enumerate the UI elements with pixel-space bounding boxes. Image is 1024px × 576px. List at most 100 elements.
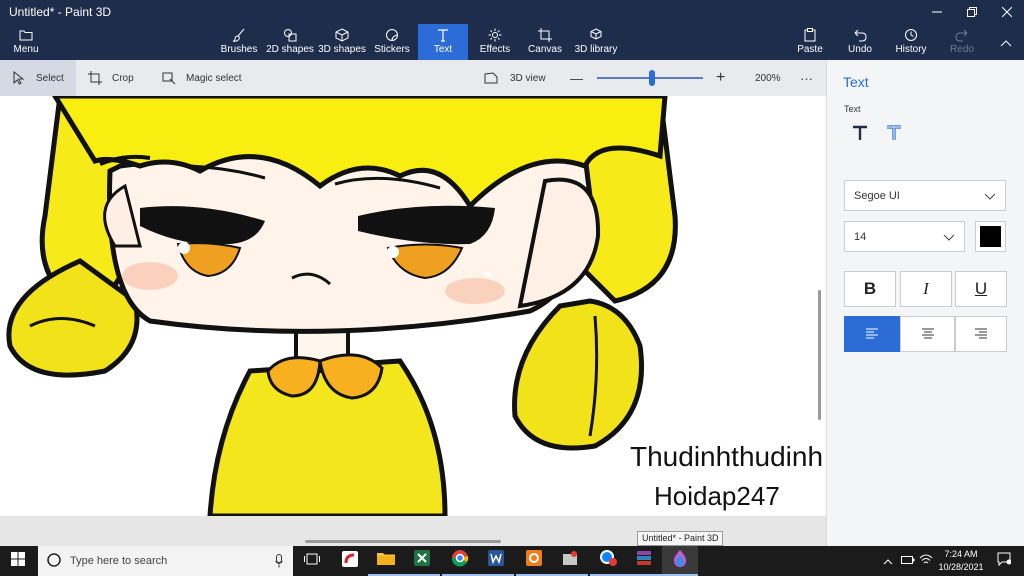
font-size-select[interactable]: 14 bbox=[844, 221, 965, 252]
task-view-button[interactable] bbox=[294, 546, 330, 576]
restore-icon bbox=[967, 7, 977, 17]
word-icon bbox=[488, 549, 504, 571]
panel-title: Text bbox=[843, 74, 869, 90]
tab-canvas[interactable]: Canvas bbox=[528, 24, 562, 60]
paint-3d-icon bbox=[672, 549, 688, 572]
paste-button[interactable]: Paste bbox=[794, 24, 826, 60]
cube-icon bbox=[333, 27, 351, 43]
tab-3d-library[interactable]: 3D library bbox=[574, 24, 618, 60]
microphone-icon bbox=[275, 554, 283, 571]
text-color-picker[interactable] bbox=[975, 221, 1006, 252]
taskbar-app-cortana[interactable] bbox=[332, 546, 368, 576]
align-right-icon bbox=[975, 328, 987, 339]
drawing-canvas[interactable]: Thudinhthudinh Hoidap247 bbox=[0, 96, 826, 516]
italic-button[interactable]: I bbox=[900, 271, 952, 307]
taskbar-search[interactable]: Type here to search bbox=[38, 546, 293, 576]
align-center-button[interactable] bbox=[900, 316, 955, 352]
library-icon bbox=[587, 27, 605, 43]
history-button[interactable]: History bbox=[893, 24, 929, 60]
undo-button[interactable]: Undo bbox=[844, 24, 876, 60]
task-view-icon bbox=[304, 552, 320, 570]
font-family-select[interactable]: Segoe UI bbox=[844, 180, 1006, 211]
text-3d-button[interactable] bbox=[882, 124, 906, 146]
tab-stickers[interactable]: Stickers bbox=[374, 24, 410, 60]
title-bar: Untitled* - Paint 3D bbox=[0, 0, 1024, 24]
text-2d-icon bbox=[851, 124, 869, 147]
tab-brushes[interactable]: Brushes bbox=[221, 24, 257, 60]
taskbar-app-messenger[interactable] bbox=[590, 546, 626, 576]
magic-select-tool[interactable]: Magic select bbox=[162, 60, 252, 96]
text-3d-icon bbox=[885, 124, 903, 147]
chrome-icon bbox=[451, 549, 469, 572]
chevron-down-icon bbox=[984, 193, 996, 200]
canvas-text-line-1[interactable]: Thudinhthudinh bbox=[630, 441, 823, 473]
align-left-icon bbox=[866, 328, 878, 339]
taskbar-app-orange[interactable] bbox=[516, 546, 552, 576]
zoom-slider-thumb[interactable] bbox=[649, 70, 656, 86]
zoom-in-button[interactable]: + bbox=[716, 60, 730, 96]
taskbar-clock[interactable]: 7:24 AM 10/28/2021 bbox=[934, 548, 988, 574]
zoom-out-button[interactable]: — bbox=[570, 60, 584, 96]
minimize-button[interactable] bbox=[920, 0, 954, 24]
archive-icon bbox=[636, 550, 652, 571]
tab-effects[interactable]: Effects bbox=[478, 24, 512, 60]
tab-3d-shapes[interactable]: 3D shapes bbox=[318, 24, 366, 60]
vertical-scrollbar[interactable] bbox=[818, 290, 821, 420]
zoom-level[interactable]: 200% bbox=[755, 60, 785, 96]
taskbar-app-store[interactable] bbox=[552, 546, 588, 576]
undo-icon bbox=[851, 27, 869, 43]
minimize-icon bbox=[932, 11, 942, 13]
battery-icon bbox=[901, 552, 915, 570]
horizontal-scrollbar[interactable] bbox=[305, 540, 501, 543]
taskbar-app-excel[interactable] bbox=[404, 546, 440, 576]
close-icon bbox=[1002, 7, 1012, 17]
brush-icon bbox=[230, 27, 248, 43]
windows-icon bbox=[11, 551, 25, 571]
crop-tool[interactable]: Crop bbox=[88, 60, 148, 96]
magic-select-icon bbox=[162, 71, 176, 85]
tab-2d-shapes[interactable]: 2D shapes bbox=[266, 24, 314, 60]
tab-text[interactable]: Text bbox=[418, 24, 468, 60]
paste-icon bbox=[801, 27, 819, 43]
taskbar-app-word[interactable] bbox=[478, 546, 514, 576]
wifi-icon bbox=[919, 552, 933, 570]
more-options-button[interactable]: ··· bbox=[800, 60, 816, 96]
taskbar-app-winrar[interactable] bbox=[626, 546, 662, 576]
text-2d-button[interactable] bbox=[848, 124, 872, 146]
tooltip: Untitled* - Paint 3D bbox=[637, 531, 723, 546]
history-icon bbox=[902, 27, 920, 43]
taskbar-app-chrome[interactable] bbox=[442, 546, 478, 576]
store-icon bbox=[562, 550, 578, 571]
align-right-button[interactable] bbox=[955, 316, 1007, 352]
start-button[interactable] bbox=[0, 546, 36, 576]
notification-icon bbox=[997, 552, 1012, 571]
redo-button[interactable]: Redo bbox=[946, 24, 978, 60]
bold-button[interactable]: B bbox=[844, 271, 896, 307]
taskbar-app-paint-3d[interactable] bbox=[662, 546, 698, 576]
chevron-up-icon bbox=[883, 552, 893, 570]
folder-icon bbox=[17, 27, 35, 43]
3d-view-toggle[interactable]: 3D view bbox=[484, 60, 554, 96]
crop-icon bbox=[88, 71, 102, 85]
underline-button[interactable]: U bbox=[955, 271, 1007, 307]
tray-overflow-button[interactable] bbox=[880, 546, 896, 576]
tray-wifi[interactable] bbox=[918, 546, 934, 576]
tray-network[interactable] bbox=[900, 546, 916, 576]
folder-icon bbox=[377, 551, 395, 570]
app-red-icon bbox=[342, 550, 358, 572]
action-center-button[interactable] bbox=[992, 546, 1016, 576]
messenger-icon bbox=[599, 549, 617, 572]
select-tool[interactable]: Select bbox=[0, 60, 76, 96]
align-left-button[interactable] bbox=[844, 316, 900, 352]
close-button[interactable] bbox=[990, 0, 1024, 24]
chevron-up-icon bbox=[997, 35, 1015, 51]
maximize-button[interactable] bbox=[955, 0, 989, 24]
cursor-icon bbox=[12, 71, 26, 85]
search-icon bbox=[46, 552, 62, 571]
ribbon: Menu Brushes 2D shapes 3D shapes Sticker… bbox=[0, 24, 1024, 60]
text-color-swatch bbox=[980, 226, 1001, 247]
taskbar-app-file-explorer[interactable] bbox=[368, 546, 404, 576]
menu-button[interactable]: Menu bbox=[8, 24, 44, 60]
canvas-text-line-2[interactable]: Hoidap247 bbox=[654, 481, 780, 512]
collapse-ribbon-button[interactable] bbox=[994, 24, 1018, 60]
